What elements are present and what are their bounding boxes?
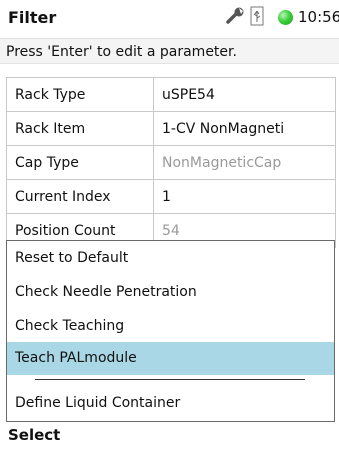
table-row[interactable]: Cap Type NonMagneticCap <box>6 145 336 180</box>
param-label: Cap Type <box>6 145 154 180</box>
menu-separator <box>35 379 305 380</box>
usb-icon <box>250 6 264 26</box>
title-bar: Filter 10:56 <box>0 0 339 37</box>
select-softkey[interactable]: Select <box>8 426 60 444</box>
table-row[interactable]: Current Index 1 <box>6 179 336 214</box>
param-value[interactable]: 1 <box>153 179 336 214</box>
menu-item-define-liquid-container[interactable]: Define Liquid Container <box>7 387 334 420</box>
param-label: Current Index <box>6 179 154 214</box>
param-value[interactable]: 1-CV NonMagneti <box>153 111 336 146</box>
menu-item-check-teaching[interactable]: Check Teaching <box>7 310 334 343</box>
parameter-table: Rack Type uSPE54 Rack Item 1-CV NonMagne… <box>6 77 336 248</box>
param-label: Rack Type <box>6 77 154 112</box>
instruction-text: Press 'Enter' to edit a parameter. <box>0 38 339 64</box>
param-value[interactable]: uSPE54 <box>153 77 336 112</box>
menu-item-teach-palmodule[interactable]: Teach PALmodule <box>7 342 334 375</box>
context-menu: Reset to Default Check Needle Penetratio… <box>6 240 335 422</box>
param-value: NonMagneticCap <box>153 145 336 180</box>
status-led-icon <box>278 10 293 25</box>
param-label: Rack Item <box>6 111 154 146</box>
clock-time: 10:56 <box>298 8 339 26</box>
wrench-icon <box>226 7 244 24</box>
table-row[interactable]: Rack Type uSPE54 <box>6 77 336 112</box>
page-title: Filter <box>8 8 57 27</box>
menu-item-reset-to-default[interactable]: Reset to Default <box>7 242 334 275</box>
menu-item-check-needle-penetration[interactable]: Check Needle Penetration <box>7 276 334 309</box>
table-row[interactable]: Rack Item 1-CV NonMagneti <box>6 111 336 146</box>
